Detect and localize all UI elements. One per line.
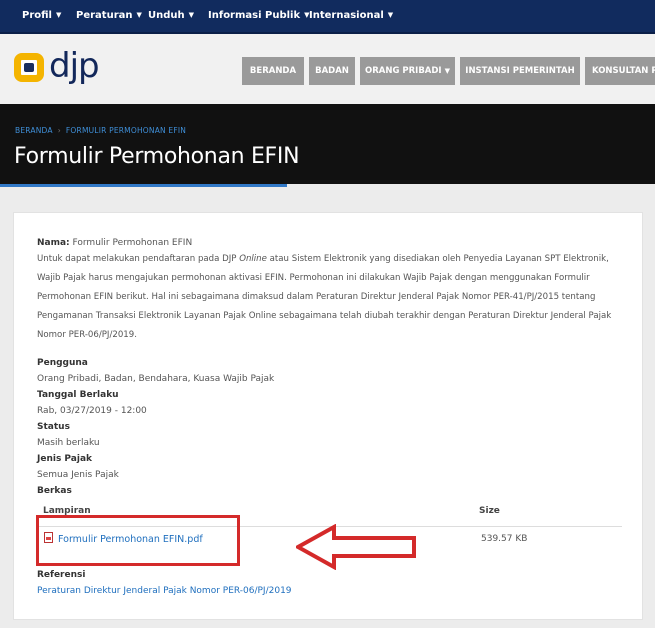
breadcrumb-home[interactable]: BERANDA [15, 126, 53, 135]
title-underline [0, 184, 287, 187]
mainnav-label: BERANDA [249, 66, 297, 76]
description: Untuk dapat melakukan pendaftaran pada D… [37, 250, 622, 345]
caret-down-icon: ▼ [188, 11, 195, 19]
description-pre: Untuk dapat melakukan pendaftaran pada D… [37, 254, 240, 264]
mainnav-label: INSTANSI PEMERINTAH [465, 66, 575, 76]
description-online: Online [239, 254, 267, 264]
logo-text: djp [49, 46, 100, 86]
jenis-pajak-value: Semua Jenis Pajak [37, 470, 119, 480]
topnav-peraturan[interactable]: Peraturan ▼ [76, 10, 142, 21]
topnav-label: Informasi Publik [208, 10, 301, 21]
mainnav-konsultan[interactable]: KONSULTAN P [585, 57, 655, 85]
name-row: Nama: Formulir Permohonan EFIN [37, 238, 192, 248]
status-label: Status [37, 422, 70, 432]
tanggal-label: Tanggal Berlaku [37, 390, 119, 400]
topnav-label: Peraturan [76, 10, 133, 21]
caret-down-icon: ▼ [55, 11, 62, 19]
mainnav-label: BADAN [315, 66, 349, 76]
pengguna-label: Pengguna [37, 358, 88, 368]
jenis-pajak-label: Jenis Pajak [37, 454, 93, 464]
top-navigation: Profil ▼ Peraturan ▼ Unduh ▼ Informasi Publ… [0, 0, 655, 34]
topnav-internasional[interactable]: Internasional ▼ [309, 10, 393, 21]
djp-logo[interactable]: djp [14, 46, 114, 86]
description-post: atau Sistem Elektronik yang disediakan o… [37, 254, 612, 340]
referensi-label: Referensi [37, 570, 86, 580]
referensi-link[interactable]: Peraturan Direktur Jenderal Pajak Nomor … [37, 586, 292, 596]
topnav-label: Internasional [309, 10, 384, 21]
page-title: Formulir Permohonan EFIN [14, 144, 300, 169]
name-label: Nama: [37, 238, 70, 248]
breadcrumb: BERANDA › FORMULIR PERMOHONAN EFIN [15, 126, 186, 135]
name-value: Formulir Permohonan EFIN [72, 238, 193, 248]
highlight-box [36, 515, 240, 566]
pengguna-value: Orang Pribadi, Badan, Bendahara, Kuasa W… [37, 374, 275, 384]
topnav-profil[interactable]: Profil ▼ [22, 10, 61, 21]
mainnav-label: KONSULTAN P [592, 66, 655, 76]
page-banner: BERANDA › FORMULIR PERMOHONAN EFIN Formuli… [0, 104, 655, 184]
tanggal-value: Rab, 03/27/2019 - 12:00 [37, 406, 147, 416]
berkas-label: Berkas [37, 486, 72, 496]
site-header: djp BERANDA BADAN ORANG PRIBADI ▼ INSTANS… [0, 34, 655, 104]
breadcrumb-separator-icon: › [57, 126, 61, 135]
col-size: Size [479, 506, 500, 516]
annotation-arrow-icon [296, 524, 416, 570]
topnav-label: Profil [22, 10, 52, 21]
logo-mark-icon [14, 53, 44, 82]
topnav-label: Unduh [148, 10, 185, 21]
topnav-unduh[interactable]: Unduh ▼ [148, 10, 194, 21]
caret-down-icon: ▼ [444, 67, 450, 75]
mainnav-badan[interactable]: BADAN [309, 57, 355, 85]
mainnav-beranda[interactable]: BERANDA [242, 57, 304, 85]
topnav-informasi-publik[interactable]: Informasi Publik ▼ [208, 10, 310, 21]
mainnav-label: ORANG PRIBADI [364, 66, 442, 76]
status-value: Masih berlaku [37, 438, 100, 448]
breadcrumb-current[interactable]: FORMULIR PERMOHONAN EFIN [66, 126, 186, 135]
mainnav-orang-pribadi[interactable]: ORANG PRIBADI ▼ [360, 57, 455, 85]
mainnav-instansi-pemerintah[interactable]: INSTANSI PEMERINTAH [460, 57, 580, 85]
caret-down-icon: ▼ [136, 11, 142, 19]
attachment-size: 539.57 KB [481, 534, 528, 544]
caret-down-icon: ▼ [387, 11, 394, 19]
